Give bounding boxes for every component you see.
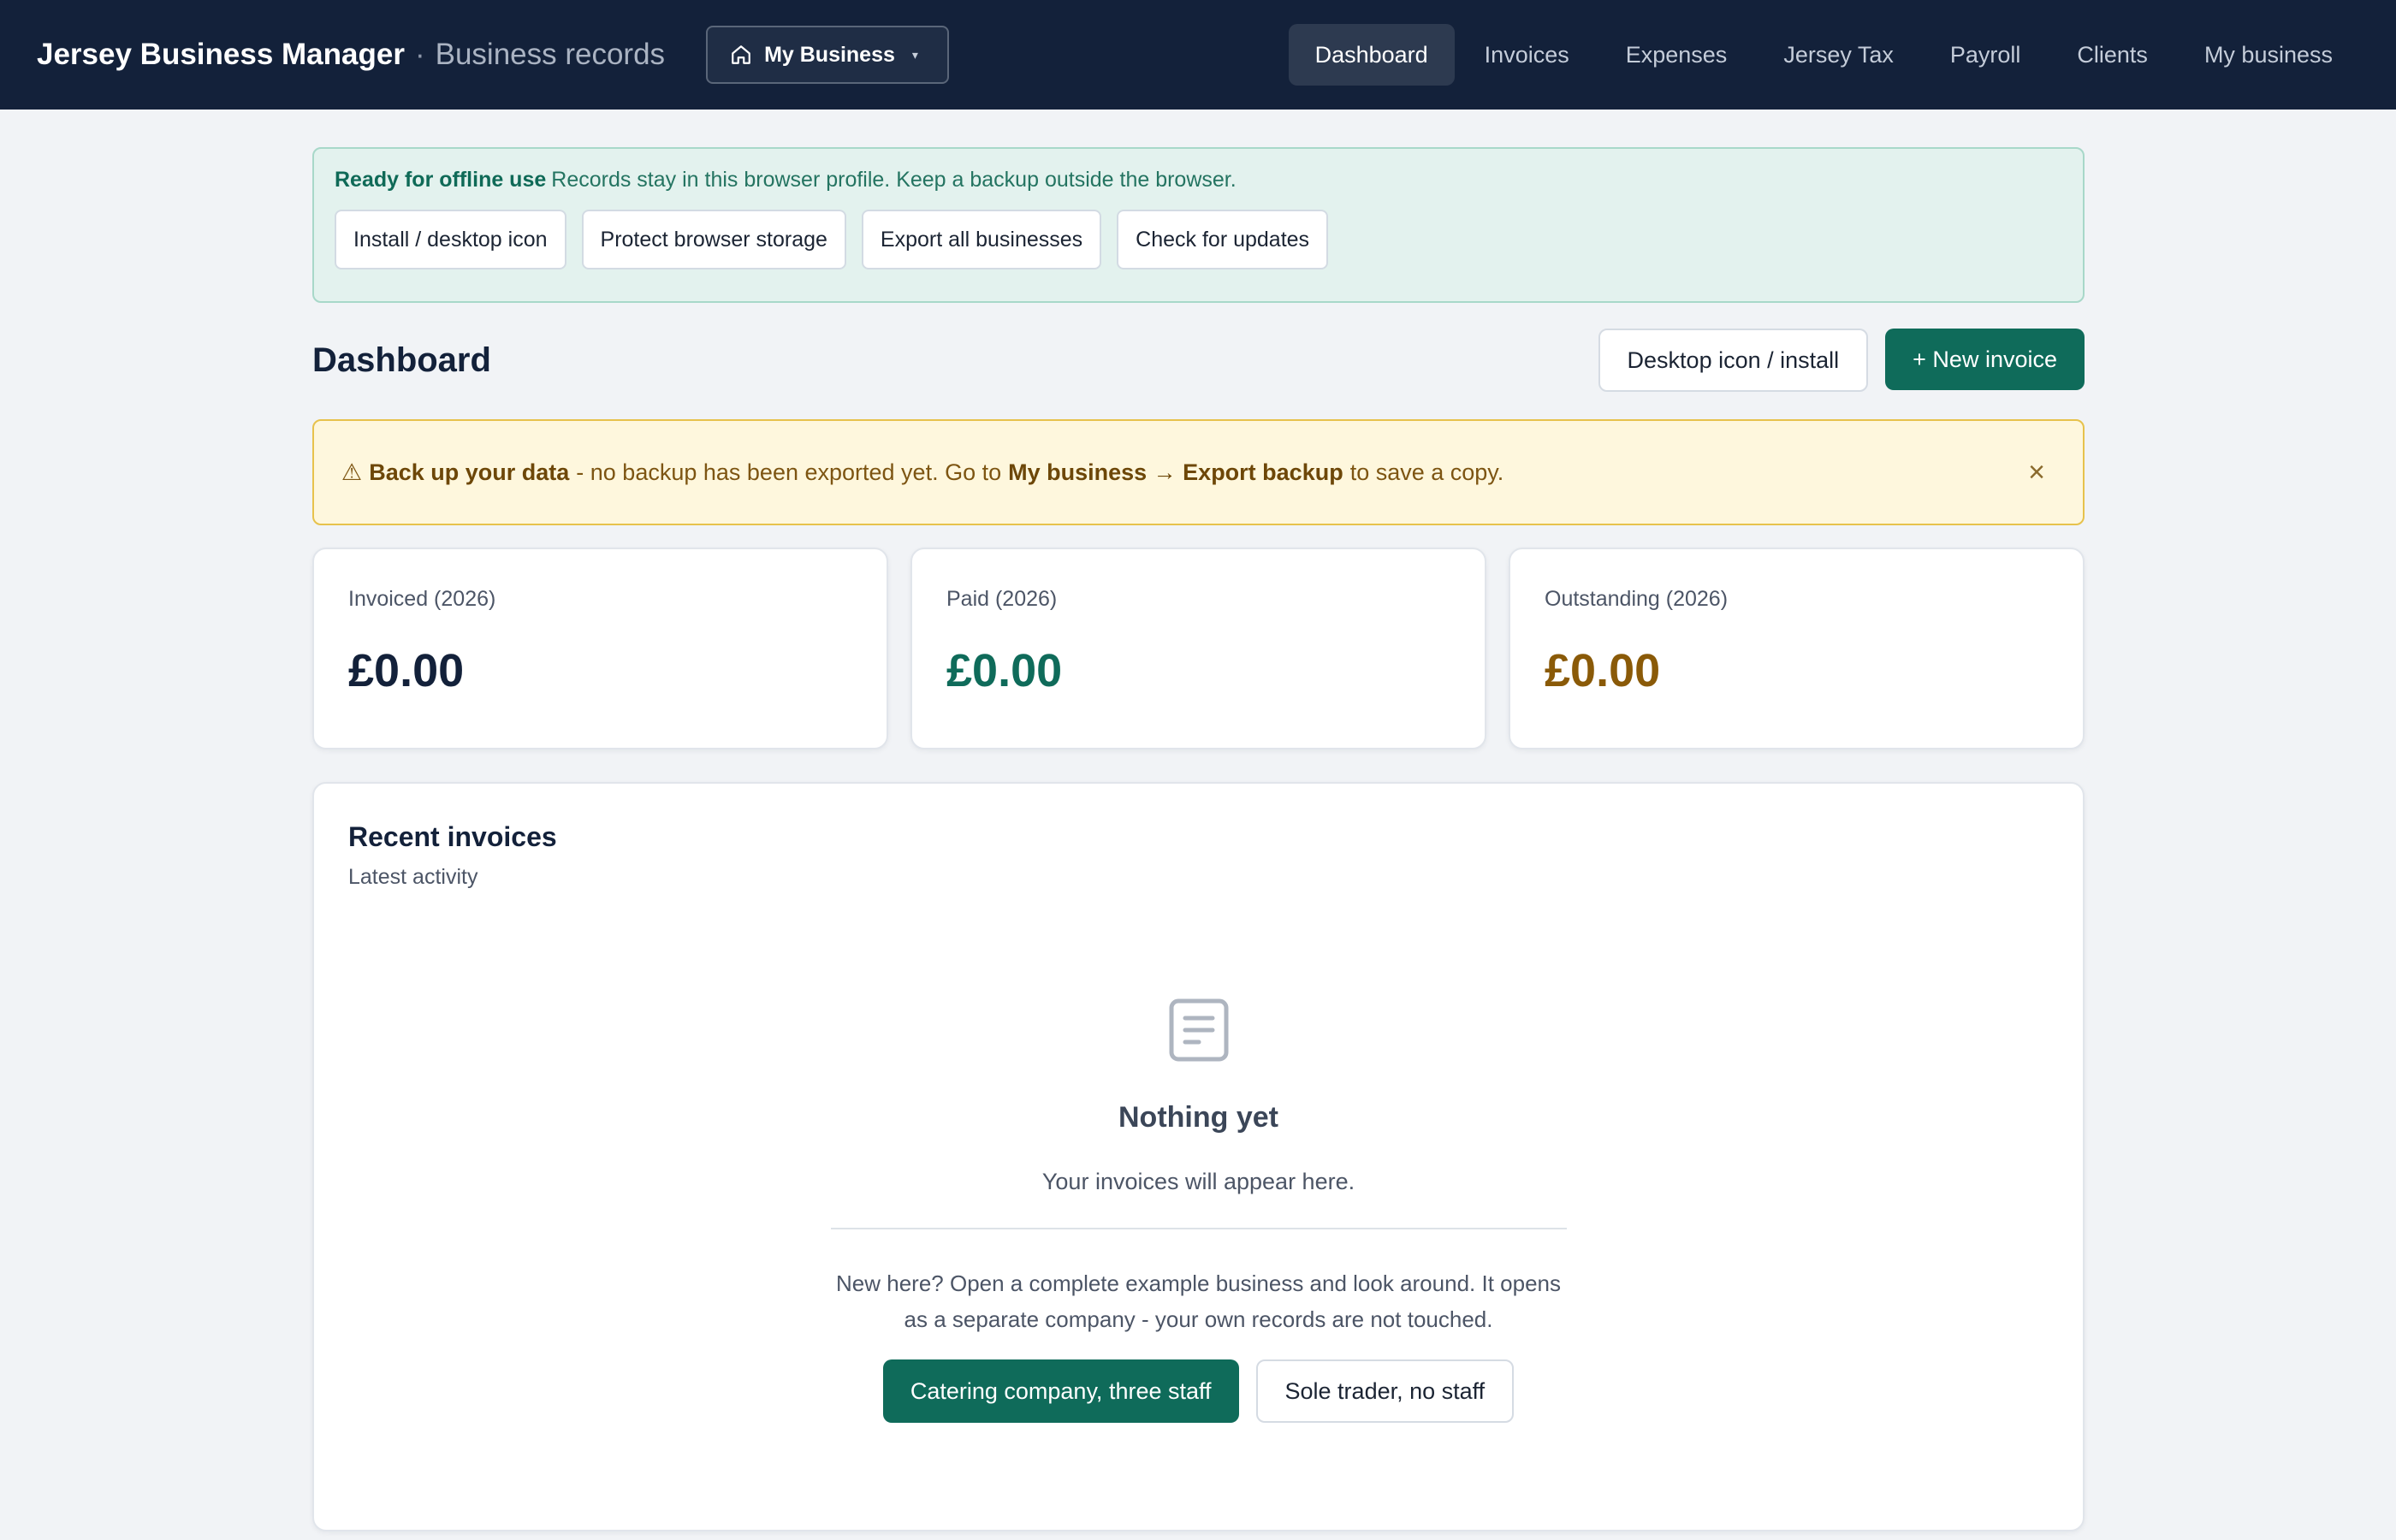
- stat-label: Outstanding (2026): [1545, 587, 1729, 611]
- document-icon: [1168, 998, 1230, 1067]
- desktop-install-button[interactable]: Desktop icon / install: [1598, 329, 1869, 392]
- empty-state: Nothing yet Your invoices will appear he…: [314, 998, 2083, 1423]
- app-title: Jersey Business Manager: [37, 38, 405, 71]
- empty-title: Nothing yet: [1118, 1101, 1278, 1134]
- chevron-down-icon: ▾: [911, 47, 918, 62]
- stat-card-paid: Paid (2026) £0.00: [910, 548, 1486, 749]
- nav-item-payroll[interactable]: Payroll: [1924, 24, 2048, 86]
- stat-label: Paid (2026): [946, 587, 1058, 611]
- backup-warning-body: - no backup has been exported yet. Go to: [576, 459, 1002, 485]
- stat-card-invoiced: Invoiced (2026) £0.00: [312, 548, 888, 749]
- check-updates-button[interactable]: Check for updates: [1117, 210, 1329, 270]
- nav-item-jersey-tax[interactable]: Jersey Tax: [1757, 24, 1920, 86]
- top-bar: Jersey Business Manager · Business recor…: [0, 0, 2396, 110]
- offline-message: Ready for offline use Records stay in thi…: [335, 168, 2062, 192]
- example-actions: Catering company, three staff Sole trade…: [882, 1359, 1515, 1423]
- offline-banner: Ready for offline use Records stay in thi…: [312, 147, 2085, 303]
- recent-invoices-card: Recent invoices Latest activity Nothing …: [312, 782, 2085, 1531]
- stat-value: £0.00: [1545, 645, 1661, 696]
- offline-text: Records stay in this browser profile. Ke…: [551, 168, 1237, 192]
- main-content: Ready for offline use Records stay in thi…: [312, 147, 2085, 1531]
- backup-warning-text: ⚠ Back up your data - no backup has been…: [341, 459, 1510, 486]
- brand-separator: ·: [414, 38, 425, 71]
- business-switcher-label: My Business: [764, 42, 895, 67]
- backup-warning-tail: to save a copy.: [1349, 459, 1504, 485]
- empty-description: Your invoices will appear here.: [1041, 1169, 1355, 1194]
- offline-title: Ready for offline use: [335, 168, 547, 192]
- main-nav: Dashboard Invoices Expenses Jersey Tax P…: [1288, 24, 2359, 86]
- app-subtitle: Business records: [435, 38, 666, 71]
- install-desktop-icon-button[interactable]: Install / desktop icon: [335, 210, 566, 270]
- protect-storage-button[interactable]: Protect browser storage: [581, 210, 846, 270]
- stat-value: £0.00: [348, 645, 465, 696]
- recent-invoices-title: Recent invoices: [348, 821, 557, 852]
- dashboard-actions: Desktop icon / install + New invoice: [1598, 329, 2085, 392]
- nav-item-my-business[interactable]: My business: [2178, 24, 2359, 86]
- backup-warning: ⚠ Back up your data - no backup has been…: [312, 419, 2085, 525]
- catering-example-button[interactable]: Catering company, three staff: [882, 1359, 1239, 1423]
- stat-value: £0.00: [946, 645, 1063, 696]
- page-title: Dashboard: [312, 341, 491, 379]
- example-note: New here? Open a complete example busine…: [836, 1270, 1561, 1332]
- stat-card-outstanding: Outstanding (2026) £0.00: [1509, 548, 2085, 749]
- nav-item-invoices[interactable]: Invoices: [1458, 24, 1596, 86]
- backup-warning-strong: Back up your data: [369, 459, 570, 485]
- backup-warning-path: My business → Export backup: [1008, 459, 1343, 485]
- home-icon: [730, 44, 752, 66]
- new-invoice-button[interactable]: + New invoice: [1885, 329, 2085, 390]
- close-icon[interactable]: ×: [2016, 452, 2057, 493]
- nav-item-expenses[interactable]: Expenses: [1599, 24, 1754, 86]
- nav-item-dashboard[interactable]: Dashboard: [1288, 24, 1455, 86]
- brand: Jersey Business Manager · Business recor…: [37, 38, 665, 72]
- stat-label: Invoiced (2026): [348, 587, 496, 611]
- recent-invoices-subtitle: Latest activity: [348, 865, 478, 889]
- nav-item-clients[interactable]: Clients: [2050, 24, 2174, 86]
- business-switcher[interactable]: My Business ▾: [706, 26, 949, 84]
- export-all-businesses-button[interactable]: Export all businesses: [861, 210, 1102, 270]
- offline-actions: Install / desktop icon Protect browser s…: [335, 210, 2062, 270]
- divider: [830, 1228, 1567, 1229]
- dashboard-header: Dashboard Desktop icon / install + New i…: [312, 329, 2085, 392]
- sole-trader-example-button[interactable]: Sole trader, no staff: [1255, 1359, 1515, 1423]
- stats-row: Invoiced (2026) £0.00 Paid (2026) £0.00 …: [312, 548, 2085, 749]
- warning-icon: ⚠: [341, 459, 363, 485]
